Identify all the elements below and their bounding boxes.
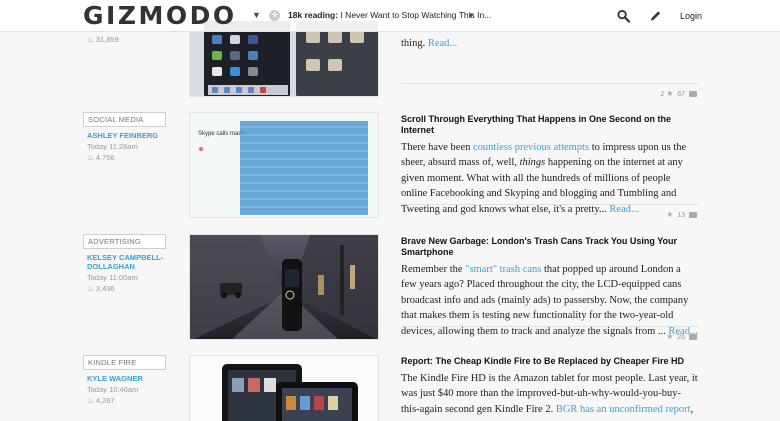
article-title[interactable]: Scroll Through Everything That Happens i… [401,114,699,136]
now-reading-link[interactable]: 18k reading: I Never Want to Stop Watchi… [288,10,491,20]
login-link[interactable]: Login [680,11,702,21]
star-icon[interactable]: ★ [666,210,673,219]
article-stats: 2 ★ 67 [401,83,699,98]
flame-icon: ♨ [87,284,94,293]
category-tag[interactable]: KINDLE FIRE [83,355,166,370]
article-body: The Kindle Fire HD is the Amazon tablet … [401,373,698,415]
timestamp: Today 11:00am [87,273,138,282]
article-stats: ★ 13 [401,204,699,219]
body-text: thing. [401,38,426,49]
search-icon[interactable] [617,9,630,23]
article-stats: ★ 26 [401,326,699,341]
flame-icon: ♨ [87,153,94,162]
article: Brave New Garbage: London's Trash Cans T… [401,236,699,339]
top-article-excerpt: thing. Read... [401,36,699,51]
tablet-image [190,21,378,96]
view-count: ♨ 3,436 [87,284,115,293]
category-tag[interactable]: SOCIAL MEDIA [83,112,166,127]
pencil-icon[interactable] [649,9,662,23]
reading-count: 18k reading: [288,10,339,20]
inline-link[interactable]: countless previous attempts [473,142,589,153]
author-name[interactable]: KELSEY CAMPBELL-DOLLAGHAN [87,253,167,271]
reading-dropdown-icon[interactable]: ▼ [467,11,475,20]
flame-icon: ♨ [87,396,94,405]
article-meta: ADVERTISING KELSEY CAMPBELL-DOLLAGHAN To… [83,234,167,293]
top-article-meta: ♨ 31,859 [83,33,167,44]
timestamp: Today 10:46am [87,385,139,394]
flame-icon: ♨ [87,35,94,44]
view-count: ♨ 31,859 [87,35,119,44]
comment-icon[interactable] [689,334,697,341]
star-icon[interactable]: ★ [666,89,673,98]
article-title[interactable]: Report: The Cheap Kindle Fire to Be Repl… [401,356,699,367]
gizmodo-logo[interactable]: GIZMODO [83,2,237,30]
star-count: 2 [660,91,665,98]
kindle-tablets-image [190,356,378,421]
view-count: ♨ 4,267 [87,396,115,405]
inline-link[interactable]: "smart" trash cans [465,264,541,275]
chevron-down-icon[interactable]: ▼ [252,10,261,20]
article-title[interactable]: Brave New Garbage: London's Trash Cans T… [401,236,699,258]
skype-chart-image: Skype calls made [190,113,378,217]
top-nav-bar: GIZMODO ▼ + 18k reading: I Never Want to… [0,0,780,32]
star-icon[interactable]: ★ [666,332,673,341]
comment-count: 67 [677,91,686,98]
read-more-link[interactable]: Read... [428,38,457,49]
thumb-caption: Skype calls made [198,131,246,137]
trash-can-thumbnail[interactable] [189,234,379,340]
comment-count: 13 [677,212,686,219]
comment-count: 26 [677,334,686,341]
article: Scroll Through Everything That Happens i… [401,114,699,217]
inline-link[interactable]: BGR has an unconfirmed report [556,404,691,415]
category-tag[interactable]: ADVERTISING [83,234,166,249]
plus-icon[interactable]: + [269,10,280,21]
timestamp: Today 11:28am [87,142,138,151]
article-meta: KINDLE FIRE KYLE WAGNER Today 10:46am ♨ … [83,355,167,405]
article-meta: SOCIAL MEDIA ASHLEY FEINBERG Today 11:28… [83,112,167,162]
kindle-thumbnail[interactable] [189,355,379,421]
author-name[interactable]: KYLE WAGNER [87,374,167,383]
london-street-image [190,235,378,339]
author-name[interactable]: ASHLEY FEINBERG [87,131,167,140]
view-count: ♨ 4,756 [87,153,115,162]
article: Report: The Cheap Kindle Fire to Be Repl… [401,356,699,417]
comment-icon[interactable] [689,91,697,98]
skype-calls-thumbnail[interactable]: Skype calls made [189,112,379,218]
comment-icon[interactable] [689,212,697,219]
